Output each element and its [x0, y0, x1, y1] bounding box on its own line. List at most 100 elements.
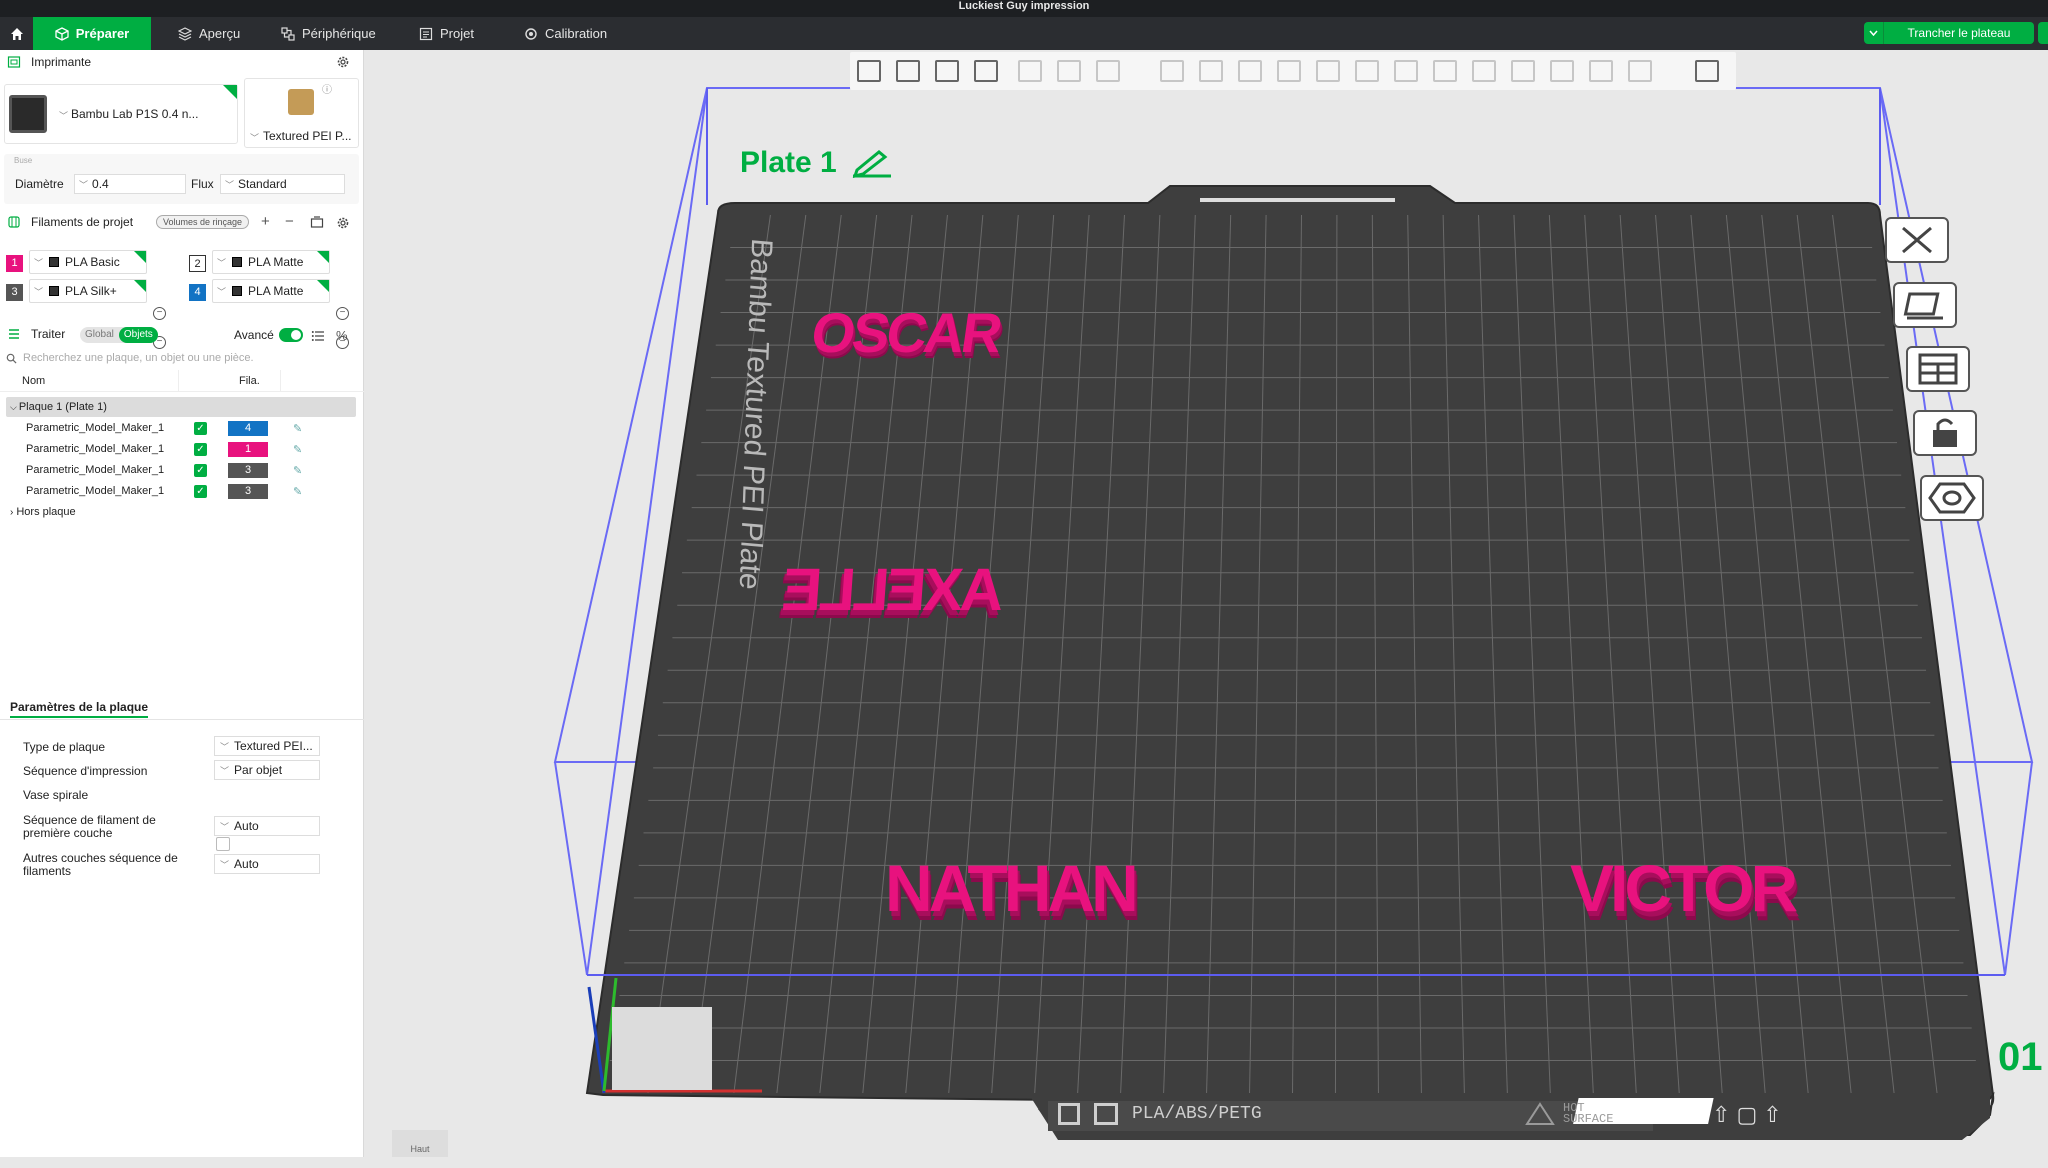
grid-line [1163, 214, 1196, 1094]
model-nathan[interactable]: NATHAN [885, 850, 1139, 926]
paint-icon[interactable]: ✎ [293, 464, 302, 477]
add-icon[interactable]: + [261, 214, 270, 229]
plate-settings-button[interactable] [1920, 475, 1984, 521]
object-filament-badge[interactable]: 3 [228, 483, 268, 499]
view-cube-label[interactable]: Haut [392, 1130, 448, 1157]
model-oscar[interactable]: OSCAR [807, 300, 1004, 365]
object-row[interactable]: Parametric_Model_Maker_1 ✓ 4 ✎ [0, 418, 364, 438]
object-search[interactable]: Recherchez une plaque, un objet ou une p… [0, 348, 364, 368]
rotate-icon[interactable] [1199, 60, 1223, 82]
color-paint-icon[interactable] [1511, 60, 1535, 82]
first-layer-seq-label: Séquence de filament de première couche [23, 813, 156, 840]
paint-icon[interactable]: ✎ [293, 422, 302, 435]
grid-line [1478, 214, 1508, 1094]
auto-orient-plate-button[interactable] [1893, 282, 1957, 328]
diameter-label: Diamètre [15, 177, 64, 191]
home-button[interactable] [0, 17, 33, 50]
paint-icon[interactable]: ✎ [293, 443, 302, 456]
info-icon[interactable]: ⓘ [322, 81, 332, 96]
tab-prepare[interactable]: Préparer [33, 17, 151, 50]
arrange-plate-button[interactable] [1906, 346, 1970, 392]
measure-icon[interactable] [1550, 60, 1574, 82]
diameter-select[interactable]: ﹀ 0.4 [74, 174, 186, 194]
model-axelle[interactable]: AXELLE [783, 555, 1007, 624]
visible-checkbox[interactable]: ✓ [194, 463, 207, 477]
paste-icon[interactable] [1057, 60, 1081, 82]
object-row[interactable]: Parametric_Model_Maker_1 ✓ 3 ✎ [0, 481, 364, 501]
visible-checkbox[interactable]: ✓ [194, 484, 207, 498]
scale-icon[interactable] [1238, 60, 1262, 82]
object-row[interactable]: Parametric_Model_Maker_1 ✓ 1 ✎ [0, 439, 364, 459]
plate-type-select[interactable]: ﹀ Textured PEI... [214, 736, 320, 756]
sync-ams-icon[interactable] [310, 216, 324, 230]
brim-ears-icon[interactable] [1628, 60, 1652, 82]
plate-tree-row[interactable]: ⌵ Plaque 1 (Plate 1) [6, 397, 356, 417]
auto-orient-icon[interactable] [935, 60, 959, 82]
other-layers-seq-select[interactable]: ﹀ Auto [214, 854, 320, 874]
support-paint-icon[interactable] [1394, 60, 1418, 82]
spool-icon [232, 286, 243, 296]
first-layer-seq-select[interactable]: ﹀ Auto [214, 816, 320, 836]
object-filament-badge[interactable]: 4 [228, 420, 268, 436]
grid-line [1334, 214, 1338, 1094]
chevron-down-icon: ﹀ [225, 179, 235, 190]
off-plate-row[interactable]: › Hors plaque [0, 502, 364, 522]
assemble-icon[interactable] [1589, 60, 1613, 82]
object-filament-badge[interactable]: 1 [228, 441, 268, 457]
layers-icon[interactable] [1096, 60, 1120, 82]
remove-filament-icon[interactable]: − [336, 307, 349, 320]
filament-select-3[interactable]: ﹀ PLA Silk+ [29, 279, 147, 303]
boolean-icon[interactable] [1355, 60, 1379, 82]
gear-icon[interactable] [336, 216, 350, 230]
slice-plate-button[interactable]: Trancher le plateau [1864, 22, 2034, 44]
arrange-icon[interactable] [974, 60, 998, 82]
tab-project[interactable]: Projet [419, 17, 474, 50]
tab-calibration[interactable]: Calibration [524, 17, 607, 50]
remove-filament-icon[interactable]: − [153, 307, 166, 320]
text-icon[interactable] [1472, 60, 1496, 82]
paint-icon[interactable]: ✎ [293, 485, 302, 498]
view-settings-icon[interactable] [1695, 60, 1719, 82]
plate-title[interactable]: Plate 1 [740, 146, 893, 180]
grid-line [1619, 214, 1680, 1094]
lock-plate-button[interactable] [1913, 410, 1977, 456]
tab-device[interactable]: Périphérique [281, 17, 376, 50]
move-icon[interactable] [1160, 60, 1184, 82]
plate-params-title[interactable]: Paramètres de la plaque [10, 700, 149, 718]
object-filament-badge[interactable]: 3 [228, 462, 268, 478]
plate-number[interactable]: 01 [1998, 1035, 2048, 1080]
printer-selector[interactable]: ﹀ Bambu Lab P1S 0.4 n... [4, 84, 238, 144]
add-plate-icon[interactable] [896, 60, 920, 82]
plate-type-selector[interactable]: ⓘ ﹀ Textured PEI P... [244, 78, 359, 148]
list-icon[interactable] [311, 329, 325, 343]
flow-select[interactable]: ﹀ Standard [220, 174, 345, 194]
vase-checkbox[interactable] [216, 837, 230, 851]
filament-select-1[interactable]: ﹀ PLA Basic [29, 250, 147, 274]
process-scope-toggle[interactable]: Global Objets [80, 327, 158, 343]
flush-volumes-button[interactable]: Volumes de rinçage [156, 215, 250, 229]
filament-select-2[interactable]: ﹀ PLA Matte [212, 250, 330, 274]
cut-icon[interactable] [1316, 60, 1340, 82]
model-victor[interactable]: VICTOR [1570, 850, 1798, 926]
copy-icon[interactable] [1018, 60, 1042, 82]
visible-checkbox[interactable]: ✓ [194, 442, 207, 456]
print-sequence-select[interactable]: ﹀ Par objet [214, 760, 320, 780]
print-plate-button[interactable] [2038, 22, 2048, 44]
remove-icon[interactable]: − [285, 214, 294, 229]
seam-paint-icon[interactable] [1433, 60, 1457, 82]
chevron-down-icon[interactable] [1864, 22, 1884, 44]
chevron-down-icon: ﹀ [250, 133, 260, 143]
percent-icon[interactable]: % [336, 328, 348, 343]
object-row[interactable]: Parametric_Model_Maker_1 ✓ 3 ✎ [0, 460, 364, 480]
add-object-icon[interactable] [857, 60, 881, 82]
visible-checkbox[interactable]: ✓ [194, 421, 207, 435]
edit-icon[interactable] [851, 148, 893, 178]
scope-objects[interactable]: Objets [118, 327, 158, 343]
filament-select-4[interactable]: ﹀ PLA Matte [212, 279, 330, 303]
advanced-toggle[interactable] [279, 328, 303, 342]
scope-global[interactable]: Global [80, 327, 119, 343]
lay-on-face-icon[interactable] [1277, 60, 1301, 82]
gear-icon[interactable] [336, 55, 350, 69]
delete-plate-button[interactable] [1885, 217, 1949, 263]
tab-preview[interactable]: Aperçu [178, 17, 240, 50]
